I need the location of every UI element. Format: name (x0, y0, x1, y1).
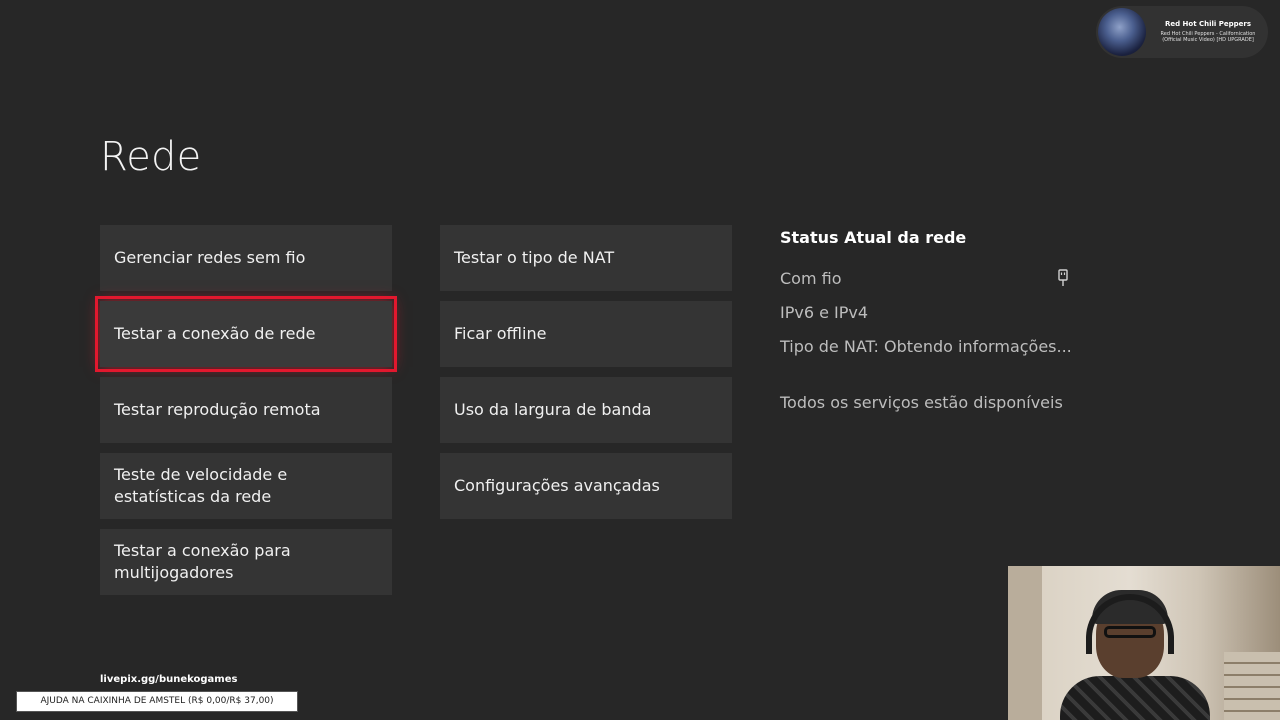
settings-menu-left: Gerenciar redes sem fio Testar a conexão… (95, 225, 397, 605)
test-nat-type-button[interactable]: Testar o tipo de NAT (440, 225, 732, 291)
streamer-body (1060, 676, 1210, 720)
ethernet-plug-icon (1058, 269, 1068, 286)
network-status-panel: Status Atual da rede Com fio IPv6 e IPv4… (780, 228, 1080, 427)
test-network-connection-button[interactable]: Testar a conexão de rede (95, 296, 397, 372)
album-art (1098, 8, 1146, 56)
tile-label: Testar o tipo de NAT (454, 248, 615, 267)
tile-label: Uso da largura de banda (454, 400, 652, 419)
now-playing-track: Red Hot Chili Peppers - Californication … (1160, 31, 1256, 43)
glasses (1104, 626, 1156, 638)
now-playing-widget: Red Hot Chili Peppers Red Hot Chili Pepp… (1096, 6, 1268, 58)
webcam-background-shelf (1224, 652, 1280, 720)
manage-wireless-networks-button[interactable]: Gerenciar redes sem fio (100, 225, 392, 291)
go-offline-button[interactable]: Ficar offline (440, 301, 732, 367)
tile-label: Teste de velocidade e estatísticas da re… (114, 465, 288, 506)
status-heading: Status Atual da rede (780, 228, 967, 247)
ip-version: IPv6 e IPv4 (780, 303, 869, 322)
bandwidth-usage-button[interactable]: Uso da largura de banda (440, 377, 732, 443)
advanced-settings-button[interactable]: Configurações avançadas (440, 453, 732, 519)
webcam-background-door (1008, 566, 1042, 720)
test-remote-play-button[interactable]: Testar reprodução remota (100, 377, 392, 443)
tile-label: Testar a conexão para multijogadores (114, 541, 291, 582)
tile-label: Testar a conexão de rede (114, 324, 316, 343)
tile-label: Gerenciar redes sem fio (114, 248, 306, 267)
now-playing-artist: Red Hot Chili Peppers (1164, 20, 1252, 28)
connection-type-label: Com fio (780, 269, 842, 288)
services-status: Todos os serviços estão disponíveis (780, 393, 1063, 412)
webcam-feed (1008, 566, 1280, 720)
tile-label: Configurações avançadas (454, 476, 660, 495)
donation-url: livepix.gg/bunekogames (100, 674, 238, 685)
tile-label: Testar reprodução remota (114, 400, 321, 419)
tile-label: Ficar offline (454, 324, 547, 343)
donation-goal: AJUDA NA CAIXINHA DE AMSTEL (R$ 0,00/R$ … (16, 691, 298, 712)
speed-test-button[interactable]: Teste de velocidade e estatísticas da re… (100, 453, 392, 519)
nat-type-status: Tipo de NAT: Obtendo informações... (780, 337, 1072, 356)
test-multiplayer-connection-button[interactable]: Testar a conexão para multijogadores (100, 529, 392, 595)
connection-type: Com fio (780, 269, 1080, 303)
page-title: Rede (100, 134, 202, 180)
settings-menu-right: Testar o tipo de NAT Ficar offline Uso d… (440, 225, 732, 529)
